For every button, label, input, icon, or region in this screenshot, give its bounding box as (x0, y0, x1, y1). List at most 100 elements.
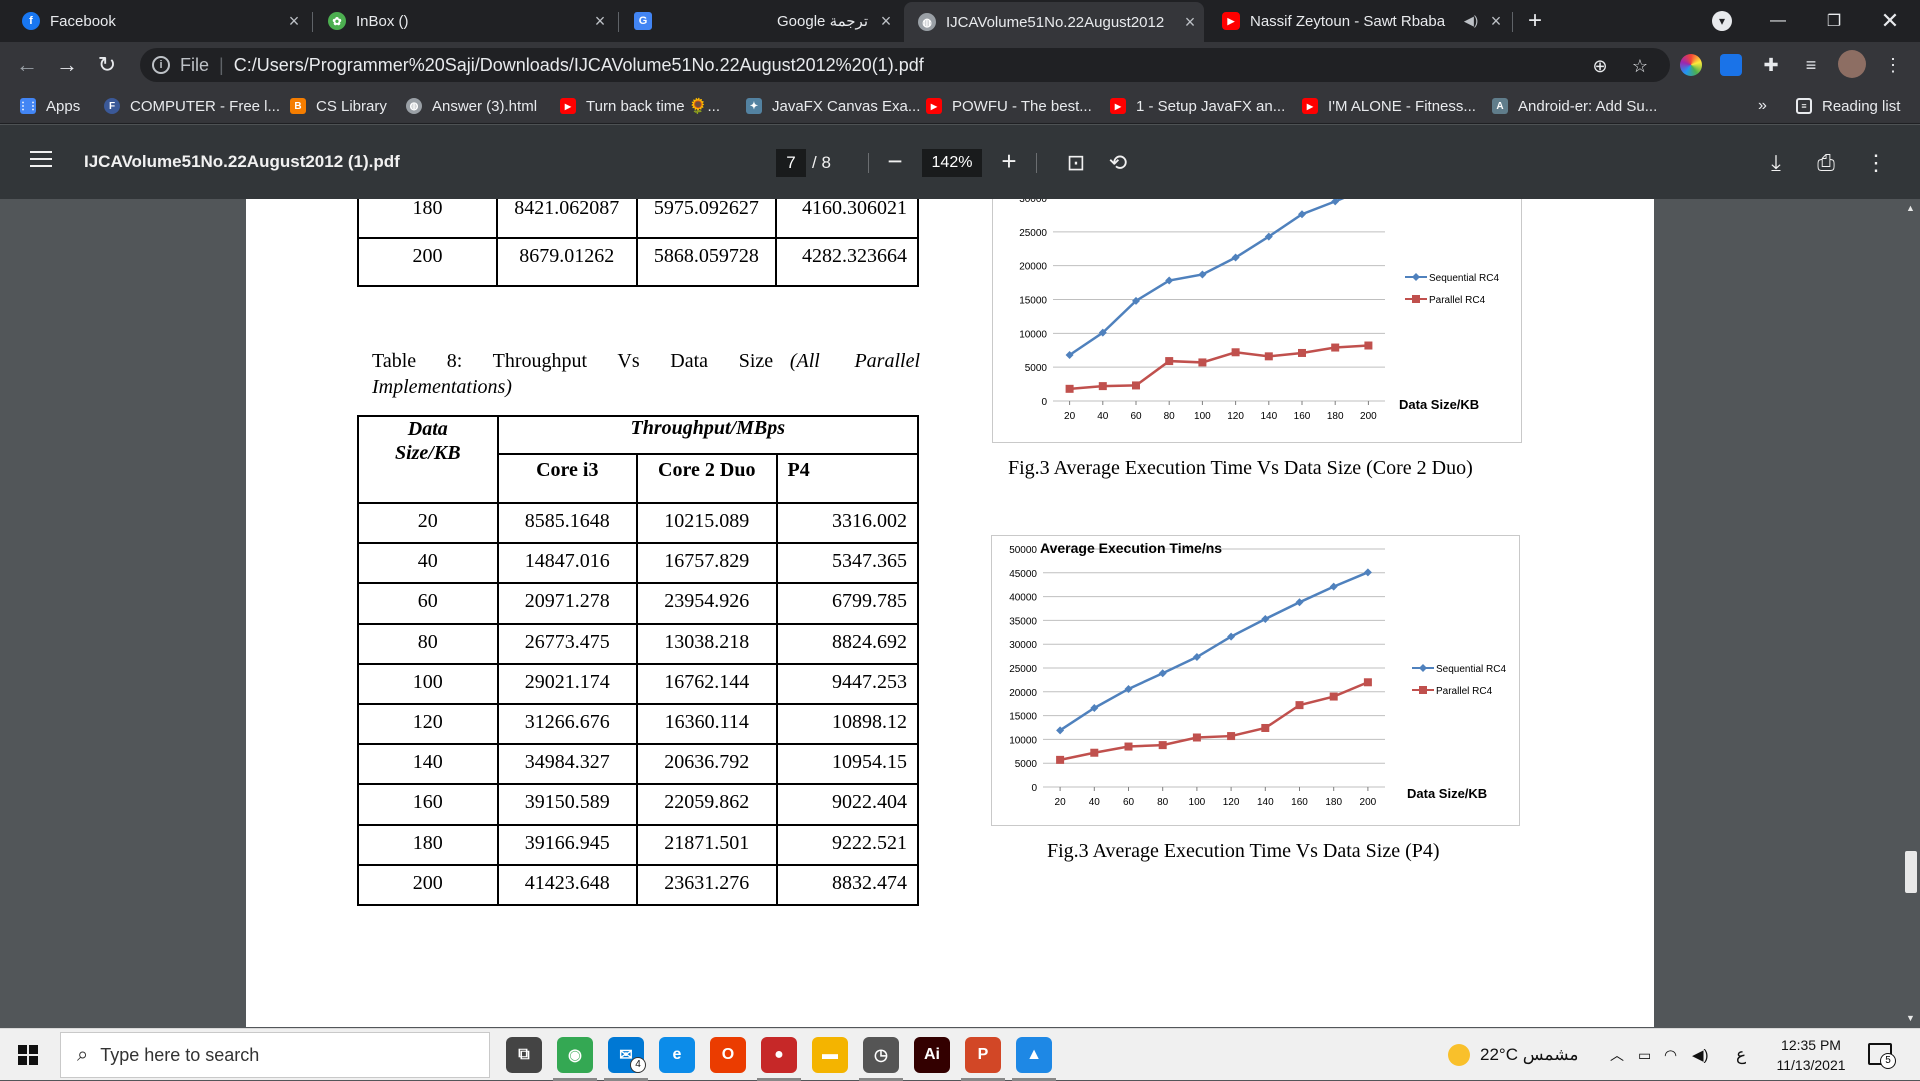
download-icon[interactable]: ⤓ (1762, 149, 1790, 177)
legend-marker (1412, 295, 1420, 303)
reload-icon[interactable]: ↻ (92, 50, 122, 80)
tab-google-translate[interactable]: G Google ترجمة × (620, 0, 900, 42)
print-icon[interactable]: ⎙ (1812, 149, 1840, 177)
scroll-thumb[interactable] (1905, 851, 1917, 893)
table-cell: 16757.829 (636, 542, 778, 585)
media-control-icon[interactable]: ≡ (1800, 54, 1822, 76)
fit-page-icon[interactable]: ⊡ (1062, 149, 1090, 177)
forward-icon[interactable]: → (52, 50, 82, 80)
tab-search-icon[interactable]: ▾ (1694, 0, 1750, 42)
bookmark-star-icon[interactable]: ☆ (1630, 56, 1650, 76)
file-explorer-icon[interactable]: ▬ (812, 1037, 848, 1073)
start-button[interactable] (0, 1029, 56, 1081)
edge-icon[interactable]: e (659, 1037, 695, 1073)
close-tab-icon[interactable]: × (1482, 11, 1510, 32)
system-clock[interactable]: 12:35 PM 11/13/2021 (1766, 1035, 1856, 1075)
tab-youtube[interactable]: ▶ Nassif Zeytoun - Sawt Rbaba ◀) × (1208, 0, 1510, 42)
scroll-down-icon[interactable]: ▼ (1906, 1013, 1915, 1023)
minimize-icon[interactable]: — (1750, 0, 1806, 42)
bookmark-label: JavaFX Canvas Exa... (772, 97, 921, 115)
x-tick-label: 60 (1130, 411, 1142, 422)
tab-inbox[interactable]: ✿ InBox () × (314, 0, 614, 42)
table-cell: 22059.862 (636, 783, 778, 826)
pdf-scrollbar[interactable]: ▲ ▼ (1900, 199, 1920, 1027)
zoom-icon[interactable]: ⊕ (1590, 56, 1610, 76)
zoom-out-button[interactable]: − (880, 147, 910, 177)
weather-widget[interactable]: 22°C مشمس (1448, 1029, 1579, 1081)
close-window-icon[interactable]: ✕ (1862, 0, 1918, 42)
task-view-icon[interactable]: ⧉ (506, 1037, 542, 1073)
zoom-input[interactable]: 142% (922, 149, 982, 177)
close-tab-icon[interactable]: × (872, 11, 900, 32)
reading-list-button[interactable]: ≡ Reading list (1796, 88, 1900, 124)
address-bar[interactable]: i File | C:/Users/Programmer%20Saji/Down… (140, 48, 1670, 82)
x-tick-label: 80 (1157, 797, 1169, 808)
close-tab-icon[interactable]: × (280, 11, 308, 32)
bookmark-label: I'M ALONE - Fitness... (1328, 97, 1476, 115)
mute-tab-icon[interactable]: ◀) (1460, 13, 1482, 29)
volume-icon[interactable]: ◀) (1692, 1029, 1709, 1081)
alarm-clock-icon[interactable]: ◷ (863, 1037, 899, 1073)
bookmark-im-alone[interactable]: ▶ I'M ALONE - Fitness... (1302, 88, 1476, 124)
bookmark-apps[interactable]: ⋮⋮ Apps (18, 88, 80, 124)
x-tick-label: 160 (1291, 797, 1308, 808)
bookmark-computer[interactable]: F COMPUTER - Free l... (104, 88, 280, 124)
youtube-icon: ▶ (1302, 98, 1318, 114)
tab-pdf[interactable]: ◍ IJCAVolume51No.22August2012 × (904, 2, 1204, 42)
restore-icon[interactable]: ❐ (1806, 0, 1862, 42)
input-language[interactable]: ع (1736, 1029, 1746, 1081)
tab-title: Nassif Zeytoun - Sawt Rbaba (1250, 12, 1446, 30)
screenshot-extension-icon[interactable] (1720, 54, 1742, 76)
pdf-page: 180 8421.062087 5975.092627 4160.306021 200 8… (246, 199, 1654, 1027)
bookmark-setup-javafx[interactable]: ▶ 1 - Setup JavaFX an... (1110, 88, 1285, 124)
bookmark-turn-back-time[interactable]: ▶ Turn back time 🌻... (560, 88, 720, 124)
new-tab-button[interactable]: + (1520, 6, 1550, 36)
bookmark-cs-library[interactable]: B CS Library (290, 88, 387, 124)
media-player-icon[interactable]: ● (761, 1037, 797, 1073)
extensions-puzzle-icon[interactable]: ✚ (1760, 54, 1782, 76)
chart-core2duo: 0 5000 10000 15000 20000 25000 30000 20 40 60 80 10… (992, 199, 1522, 443)
page-number-input[interactable]: 7 (776, 149, 806, 177)
scroll-up-icon[interactable]: ▲ (1906, 203, 1915, 213)
office-icon[interactable]: O (710, 1037, 746, 1073)
back-icon[interactable]: ← (12, 50, 42, 80)
x-tick-label: 200 (1360, 411, 1377, 422)
table-cell: 10954.15 (775, 743, 919, 786)
header-throughput: Throughput/MBps (496, 415, 920, 455)
table-cell: 10898.12 (775, 702, 919, 746)
color-extension-icon[interactable] (1680, 54, 1702, 76)
info-icon[interactable]: i (152, 56, 170, 74)
y-tick-label: 50000 (1009, 545, 1037, 556)
table-cell: 180 (357, 199, 498, 239)
zoom-in-button[interactable]: + (994, 147, 1024, 177)
rotate-icon[interactable]: ⟲ (1104, 149, 1132, 177)
table-cell: 6799.785 (775, 582, 919, 625)
pdf-more-icon[interactable]: ⋮ (1862, 149, 1890, 177)
photos-icon[interactable]: ▲ (1016, 1037, 1052, 1073)
powerpoint-icon[interactable]: P (965, 1037, 1001, 1073)
bookmark-label: COMPUTER - Free l... (130, 97, 281, 115)
tray-chevron-icon[interactable]: ︿ (1610, 1029, 1624, 1081)
bookmarks-overflow-button[interactable]: » (1758, 88, 1767, 124)
bookmark-answer[interactable]: ◍ Answer (3).html (406, 88, 537, 124)
tab-facebook[interactable]: f Facebook × (8, 0, 308, 42)
bookmark-powfu[interactable]: ▶ POWFU - The best... (926, 88, 1092, 124)
close-tab-icon[interactable]: × (1176, 12, 1204, 33)
bookmark-android-er[interactable]: A Android-er: Add Su... (1492, 88, 1657, 124)
wifi-icon[interactable]: ◠ (1664, 1029, 1677, 1081)
taskbar-search[interactable]: ⌕ Type here to search (60, 1032, 490, 1078)
close-tab-icon[interactable]: × (586, 11, 614, 32)
notification-center-icon[interactable]: 5 (1868, 1043, 1896, 1069)
pdf-menu-icon[interactable] (30, 151, 52, 169)
battery-icon[interactable]: ▭ (1638, 1029, 1651, 1081)
illustrator-icon[interactable]: Ai (914, 1037, 950, 1073)
browser-menu-icon[interactable]: ⋮ (1882, 54, 1904, 76)
bookmark-javafx-canvas[interactable]: ✦ JavaFX Canvas Exa... (746, 88, 920, 124)
profile-avatar[interactable] (1838, 50, 1866, 78)
table-cell: 200 (357, 863, 499, 906)
pdf-toolbar-divider (868, 153, 869, 173)
table-cell: 10215.089 (636, 501, 778, 545)
subheader-core-i3: Core i3 (496, 453, 639, 504)
y-tick-label: 25000 (1009, 664, 1037, 675)
chrome-icon[interactable]: ◉ (557, 1037, 593, 1073)
